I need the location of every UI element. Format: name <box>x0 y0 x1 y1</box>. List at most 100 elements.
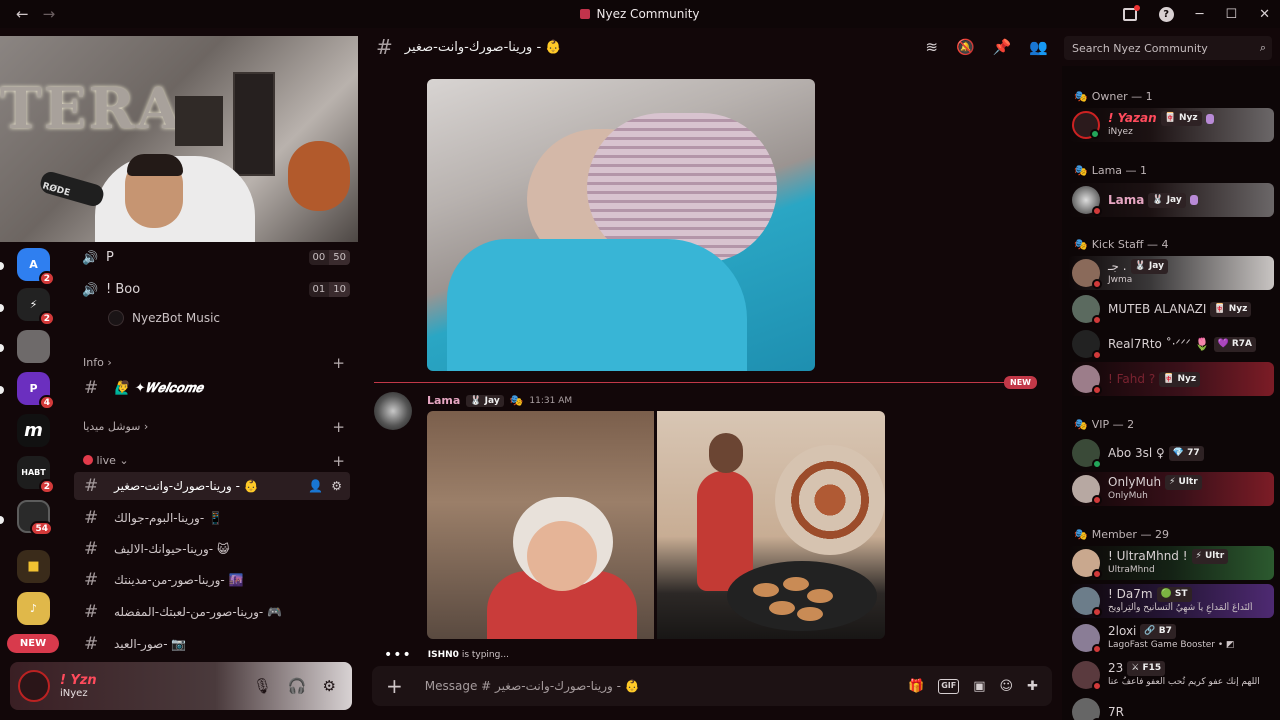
photo-detail <box>753 583 779 597</box>
search-input[interactable]: Search Nyez Community ⌕ <box>1064 36 1272 60</box>
channel-name: ورينا-صور-من-مدينتك- 🌆 <box>114 573 244 587</box>
sticker-icon[interactable]: ▣ <box>973 679 985 694</box>
threads-icon[interactable]: ≋ <box>925 38 938 56</box>
photo-detail <box>769 601 795 615</box>
add-channel-icon[interactable]: + <box>332 452 345 470</box>
image-attachment[interactable] <box>657 411 885 639</box>
member-item[interactable]: ! Yazan 🀄 Nyz iNyez <box>1068 108 1274 142</box>
add-attachment-icon[interactable]: + <box>386 674 403 698</box>
hash-icon: # <box>84 508 99 528</box>
server-icon[interactable]: m <box>17 414 50 447</box>
channel-welcome[interactable]: # 🙋‍♂️ ✦𝑾𝒆𝒍𝒄𝒐𝒎𝒆 <box>74 374 350 402</box>
category-social-media[interactable]: سوشل ميديا › + <box>83 418 345 436</box>
role-header: 🎭 Member — 29 <box>1074 528 1169 541</box>
avatar <box>1072 439 1102 469</box>
forward-arrow-icon[interactable]: → <box>43 5 56 23</box>
plush-toy <box>288 141 350 211</box>
message-input[interactable]: Message # ورينا-صورك-وانت-صغير - 👶 <box>425 679 640 693</box>
member-item[interactable]: ! Da7m 🟢 ST أَلتَداعَ ألمَداعِ يآ شهِيُ أ… <box>1068 584 1274 618</box>
server-icon[interactable]: ⚡ 2 <box>17 288 55 326</box>
new-unreads-pill[interactable]: NEW <box>7 634 59 653</box>
invite-icon[interactable]: 👤 <box>308 479 323 493</box>
help-icon[interactable]: ? <box>1158 6 1174 22</box>
emoji-icon[interactable]: ☺ <box>1000 679 1014 694</box>
server-icon[interactable]: HABT 2 <box>17 456 55 494</box>
add-channel-icon[interactable]: + <box>332 354 345 372</box>
avatar <box>1072 587 1102 617</box>
category-info[interactable]: Info › + <box>83 354 345 372</box>
gif-icon[interactable]: GIF <box>938 678 960 694</box>
member-item[interactable]: ! UltraMhnd ! ⚡ Ultr UltraMhnd <box>1068 546 1274 580</box>
server-icon[interactable]: ♪ <box>17 592 50 625</box>
member-item[interactable]: Real7Rto ˚·ᐟᐟᐟ 🌷 💜 R7A <box>1068 327 1274 361</box>
avatar[interactable] <box>374 392 412 430</box>
maximize-button[interactable]: ☐ <box>1225 7 1237 22</box>
member-item[interactable]: Abo 3sl ♀ 💎 77 <box>1068 436 1274 470</box>
avatar <box>1072 549 1102 579</box>
channel-item[interactable]: # صور-العيد- 📷 <box>74 630 350 658</box>
avatar <box>1072 111 1100 139</box>
channel-item-active[interactable]: # ورينا-صورك-وانت-صغير - 👶 👤 ⚙ <box>74 472 350 500</box>
channel-item[interactable]: # ورينا-صور-من-لعبتك-المفضله- 🎮 <box>74 598 350 626</box>
message-timestamp: 11:31 AM <box>529 395 573 406</box>
server-folder[interactable]: 54 <box>17 500 53 536</box>
close-button[interactable]: ✕ <box>1259 7 1270 22</box>
hash-icon: # <box>84 476 99 496</box>
mention-badge: 2 <box>38 271 55 286</box>
channel-item[interactable]: # ورينا-البوم-جوالك- 📱 <box>74 504 350 532</box>
message-composer[interactable]: + Message # ورينا-صورك-وانت-صغير - 👶 🎁 G… <box>372 666 1052 706</box>
avatar[interactable] <box>18 670 50 702</box>
unread-pill <box>0 344 4 352</box>
server-icon[interactable] <box>17 330 50 363</box>
notification-mute-icon[interactable]: 🔕 <box>956 38 975 56</box>
gift-icon[interactable]: 🎁 <box>908 679 924 694</box>
server-folder[interactable]: ■ <box>17 550 50 583</box>
member-item[interactable]: MUTEB ALANAZI 🀄 Nyz <box>1068 292 1274 326</box>
channel-name: صور-العيد- 📷 <box>114 637 187 651</box>
microphone-icon[interactable]: 🎙 <box>253 677 272 695</box>
image-attachment[interactable] <box>427 79 815 371</box>
channel-item[interactable]: # ورينا-حيوانك-الاليف- 😺 <box>74 535 350 563</box>
member-item[interactable]: ! Fahd ? 🀄 Nyz <box>1068 362 1274 396</box>
member-item[interactable]: OnlyMuh ⚡ Ultr OnlyMuh <box>1068 472 1274 506</box>
add-channel-icon[interactable]: + <box>332 418 345 436</box>
voice-channel[interactable]: 🔊 P 00 50 <box>82 250 350 266</box>
member-item[interactable]: Lama 🐰 Jay <box>1068 183 1274 217</box>
gear-icon[interactable]: ⚙ <box>331 479 342 493</box>
gear-icon[interactable]: ⚙ <box>323 677 336 695</box>
apps-icon[interactable]: ✚ <box>1027 679 1038 694</box>
server-rail: A2 ⚡ 2 P4 m HABT 2 54 ■ ♪ <box>0 242 66 662</box>
inbox-icon[interactable] <box>1122 4 1140 21</box>
voice-member-name: NyezBot Music <box>132 311 220 325</box>
neon-sign: TERA <box>0 76 183 142</box>
mention-badge: 4 <box>38 395 55 410</box>
voice-channel[interactable]: 🔊 ! Boo 01 10 <box>82 282 350 298</box>
user-info[interactable]: ! Yzn iNyez <box>60 673 97 699</box>
member-item[interactable]: جـ . 🐰 Jay Jwma <box>1068 256 1274 290</box>
member-item[interactable]: 7R <box>1068 695 1274 720</box>
back-arrow-icon[interactable]: ← <box>16 5 29 23</box>
member-item[interactable]: 23 ⚔ F15 اللهم إنك عفو كريم تُحب العفو فا… <box>1068 658 1274 692</box>
user-count: 01 10 <box>308 282 350 297</box>
channel-item[interactable]: # ورينا-صور-من-مدينتك- 🌆 <box>74 566 350 594</box>
avatar <box>108 310 124 326</box>
nav-buttons: ← → <box>16 5 55 23</box>
member-item[interactable]: 2loxi 🔗 B7 LagoFast Game Booster • ◩ <box>1068 621 1274 655</box>
member-list-icon[interactable]: 👥 <box>1029 38 1048 56</box>
headphones-icon[interactable]: 🎧 <box>288 677 307 695</box>
pin-icon[interactable]: 📌 <box>993 38 1012 56</box>
minimize-button[interactable]: ─ <box>1196 7 1204 22</box>
wall-poster <box>233 72 275 176</box>
boost-icon <box>1205 113 1214 124</box>
voice-channel-name: ! Boo <box>106 282 141 297</box>
user-count: 00 50 <box>308 250 350 265</box>
role-header: 🎭 Kick Staff — 4 <box>1074 238 1169 251</box>
voice-member[interactable]: NyezBot Music <box>108 310 220 326</box>
image-attachment[interactable] <box>427 411 654 639</box>
server-icon[interactable]: A2 <box>17 248 55 286</box>
category-live[interactable]: live ⌄ + <box>83 452 345 470</box>
message-author[interactable]: Lama <box>427 394 460 407</box>
channel-name: ورينا-حيوانك-الاليف- 😺 <box>114 542 230 556</box>
avatar <box>1072 330 1102 360</box>
server-icon[interactable]: P4 <box>17 372 55 410</box>
